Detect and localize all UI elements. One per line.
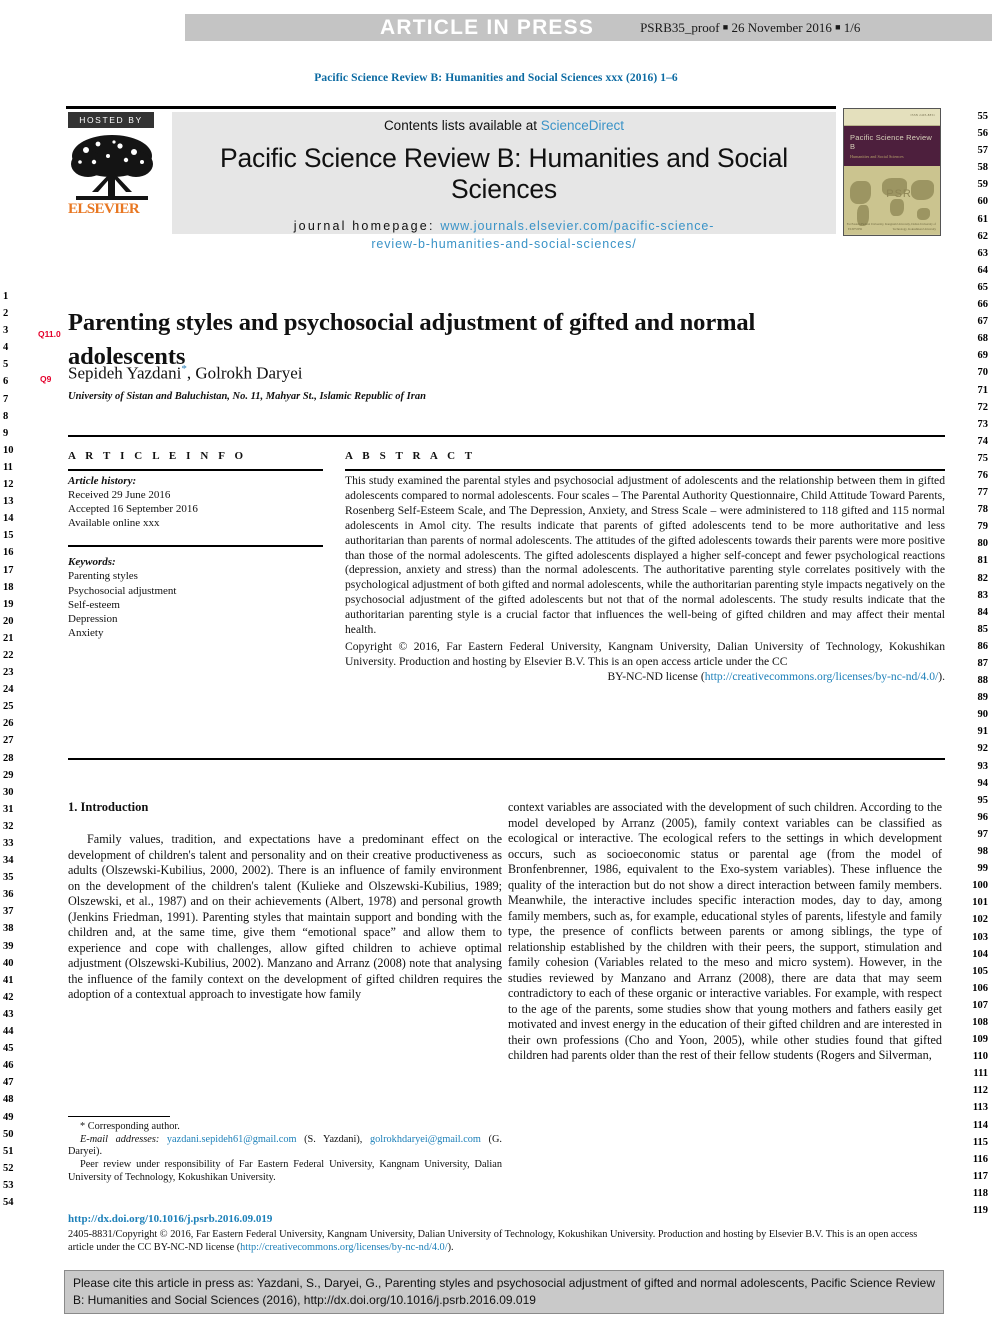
body-column-left: Family values, tradition, and expectatio… <box>68 832 502 1003</box>
email-link-1[interactable]: yazdani.sepideh61@gmail.com <box>167 1134 297 1145</box>
journal-cover-thumbnail: ISSN 2405-8831 Pacific Science Review B … <box>843 108 941 236</box>
hosted-by-label: HOSTED BY <box>68 112 154 128</box>
author-name-2: Golrokh Daryei <box>195 363 303 383</box>
author-list: Sepideh Yazdani*, Golrokh Daryei <box>68 363 303 383</box>
doi-link[interactable]: http://dx.doi.org/10.1016/j.psrb.2016.09… <box>68 1213 272 1225</box>
footnote-block: * Corresponding author. E-mail addresses… <box>68 1121 502 1185</box>
abstract-body: This study examined the parental styles … <box>345 474 945 637</box>
article-info-heading: A R T I C L E I N F O <box>68 450 247 462</box>
line-numbers-left: 1 2 3 4 5 6 7 8 9 10 11 12 13 14 15 16 17 18 19 20 21 22 23 24 2… <box>3 291 14 1208</box>
homepage-url-line1[interactable]: www.journals.elsevier.com/pacific-scienc… <box>440 219 714 233</box>
keywords-block: Keywords: Parenting styles Psychosocial … <box>68 555 323 640</box>
article-history-label: Article history: <box>68 475 137 487</box>
keyword-item: Depression <box>68 612 118 625</box>
corresponding-author-note: * Corresponding author. <box>80 1121 180 1132</box>
article-info-column: Article history: Received 29 June 2016 A… <box>68 474 323 640</box>
article-accepted: Accepted 16 September 2016 <box>68 503 198 516</box>
abstract-license: BY-NC-ND license (http://creativecommons… <box>345 670 945 685</box>
proof-date: 26 November 2016 <box>731 19 832 35</box>
corresponding-author-marker: * <box>181 363 187 375</box>
sciencedirect-link[interactable]: ScienceDirect <box>541 118 624 133</box>
cover-landmass <box>916 208 931 221</box>
copyright-text: 2405-8831/Copyright © 2016, Far Eastern … <box>68 1229 918 1253</box>
contents-available-line: Contents lists available at ScienceDirec… <box>172 118 836 133</box>
abstract-copyright: Copyright © 2016, Far Eastern Federal Un… <box>345 639 945 668</box>
journal-homepage-line: journal homepage: www.journals.elsevier.… <box>172 217 836 253</box>
section-heading-introduction: 1. Introduction <box>68 800 149 814</box>
keyword-item: Self-esteem <box>68 598 120 611</box>
abstract-rule-bottom <box>68 758 945 760</box>
journal-title: Pacific Science Review B: Humanities and… <box>220 143 788 204</box>
keyword-item: Parenting styles <box>68 570 138 583</box>
header-rule <box>68 435 945 437</box>
copyright-license-link[interactable]: http://creativecommons.org/licenses/by-n… <box>240 1242 447 1253</box>
line-numbers-right: 55 56 57 58 59 60 61 62 63 64 65 66 67 68 69 70 71 72 73 74… <box>972 111 988 1216</box>
info-rule-top <box>68 469 323 471</box>
abstract-column: This study examined the parental styles … <box>345 474 945 685</box>
article-available-online: Available online xxx <box>68 517 160 530</box>
cover-map-graphic: PSR ELSEVIER Far Eastern Federal Univers… <box>844 166 940 234</box>
peer-review-note: Peer review under responsibility of Far … <box>68 1159 502 1183</box>
copyright-tail: ). <box>447 1242 454 1253</box>
running-head: Pacific Science Review B: Humanities and… <box>314 72 678 84</box>
query-tag-authors[interactable]: Q9 <box>40 374 51 384</box>
license-link[interactable]: http://creativecommons.org/licenses/by-n… <box>705 670 939 683</box>
cover-subtitle: Humanities and Social Sciences <box>850 154 904 159</box>
abstract-rule-top <box>345 469 945 471</box>
email-addresses-note: E-mail addresses: yazdani.sepideh61@gmai… <box>68 1134 502 1159</box>
square-separator-icon: ■ <box>722 21 729 32</box>
cover-landmass <box>849 180 871 205</box>
cover-psr-mark: PSR <box>886 187 912 200</box>
elsevier-tree-icon <box>68 130 156 202</box>
article-in-press-banner: ARTICLE IN PRESS PSRB35_proof ■ 26 Novem… <box>185 14 992 41</box>
cover-title-band: Pacific Science Review B Humanities and … <box>844 126 940 166</box>
keyword-item: Anxiety <box>68 626 104 639</box>
keyword-item: Psychosocial adjustment <box>68 584 177 597</box>
email-link-2[interactable]: golrokhdaryei@gmail.com <box>370 1134 481 1145</box>
proof-page: 1/6 <box>843 19 861 35</box>
cover-issn: ISSN 2405-8831 <box>910 113 935 117</box>
footnote-rule <box>68 1116 170 1117</box>
keywords-label: Keywords: <box>68 556 116 569</box>
cover-landmass <box>911 179 935 200</box>
footer-copyright: 2405-8831/Copyright © 2016, Far Eastern … <box>68 1228 945 1254</box>
homepage-url-line2[interactable]: review-b-humanities-and-social-sciences/ <box>371 237 636 251</box>
query-tag-title[interactable]: Q11.0 <box>38 329 61 339</box>
homepage-label: journal homepage: <box>293 219 441 233</box>
body-paragraph: context variables are associated with th… <box>508 800 942 1062</box>
elsevier-wordmark: ELSEVIER <box>68 201 140 217</box>
body-column-right: context variables are associated with th… <box>508 800 942 1064</box>
cover-title: Pacific Science Review B <box>850 133 932 151</box>
author-name-1: Sepideh Yazdani <box>68 363 182 383</box>
email-label: E-mail addresses: <box>80 1133 160 1145</box>
cite-this-article-box: Please cite this article in press as: Ya… <box>64 1270 944 1314</box>
proof-info: PSRB35_proof ■ 26 November 2016 ■ 1/6 <box>640 20 860 36</box>
proof-id: PSRB35_proof <box>640 19 720 35</box>
masthead-top-rule <box>66 106 836 109</box>
body-paragraph: Family values, tradition, and expectatio… <box>68 832 502 1001</box>
article-in-press-label: ARTICLE IN PRESS <box>380 15 595 39</box>
cover-footer: Far Eastern Federal University, Kangnam … <box>846 222 936 231</box>
license-prefix: BY-NC-ND license ( <box>607 669 705 683</box>
cover-landmass <box>890 198 904 217</box>
abstract-heading: A B S T R A C T <box>345 450 476 462</box>
license-suffix: ). <box>938 669 945 683</box>
hosted-by-block: HOSTED BY ELSEVIER <box>66 112 168 234</box>
square-separator-icon: ■ <box>835 21 841 32</box>
email-name-1: (S. Yazdani), <box>304 1133 363 1145</box>
article-received: Received 29 June 2016 <box>68 489 171 502</box>
contents-prefix: Contents lists available at <box>383 118 541 133</box>
journal-masthead-panel: Contents lists available at ScienceDirec… <box>172 112 836 251</box>
cover-top-strip: ISSN 2405-8831 <box>844 109 940 126</box>
author-affiliation: University of Sistan and Baluchistan, No… <box>68 391 426 402</box>
article-page: ARTICLE IN PRESS PSRB35_proof ■ 26 Novem… <box>0 0 992 1323</box>
